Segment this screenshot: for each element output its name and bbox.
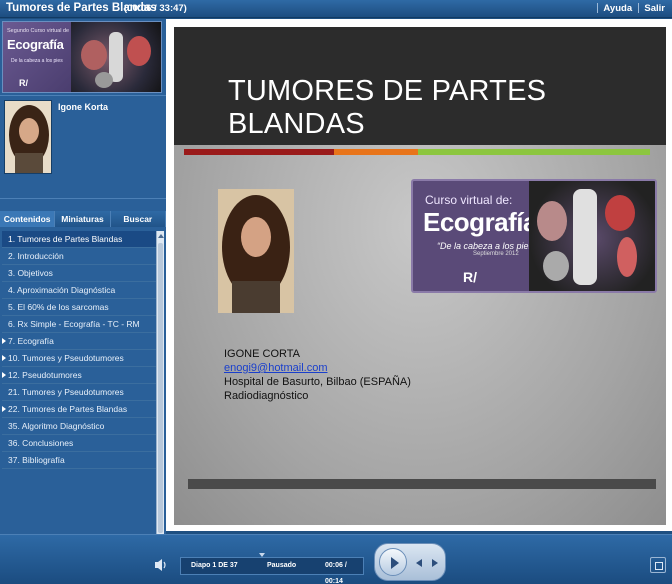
toc-item[interactable]: 5. El 60% de los sarcomas xyxy=(2,299,156,316)
banner-subtitle: Curso virtual de: xyxy=(425,193,513,207)
tab-contents[interactable]: Contenidos xyxy=(0,211,56,227)
toc-item[interactable]: 21. Tumores y Pseudotumores xyxy=(2,384,156,401)
logo-tagline: De la cabeza a los pies xyxy=(11,58,63,64)
expand-caret-icon[interactable] xyxy=(2,372,6,378)
toc-item[interactable]: 6. Rx Simple - Ecografía - TC - RM xyxy=(2,316,156,333)
author-department: Radiodiagnóstico xyxy=(224,390,309,402)
playback-time: 00:06 / 00:14 xyxy=(325,562,347,584)
author-info: IGONE CORTA enogi9@hotmail.com Hospital … xyxy=(224,347,411,403)
banner-title: Ecografía xyxy=(423,207,538,237)
slide-header: TUMORES DE PARTES BLANDAS xyxy=(174,27,666,145)
slide-viewer: TUMORES DE PARTES BLANDAS Curso virtual … xyxy=(166,19,672,531)
toc-item-label: 21. Tumores y Pseudotumores xyxy=(8,387,124,397)
toc-item-label: 3. Objetivos xyxy=(8,268,53,278)
author-name: IGONE CORTA xyxy=(224,348,300,360)
toc-item-label: 12. Pseudotumores xyxy=(8,370,82,380)
course-logo: Segundo Curso virtual de Ecografía De la… xyxy=(2,21,162,93)
playback-controls xyxy=(374,543,446,581)
tab-search[interactable]: Buscar xyxy=(111,211,166,227)
elapsed-time: (00:06 / 33:47) xyxy=(124,3,187,14)
player-window: Tumores de Partes Blandas (00:06 / 33:47… xyxy=(0,0,672,584)
toc-item[interactable]: 3. Objetivos xyxy=(2,265,156,282)
toc-item[interactable]: 2. Introducción xyxy=(2,248,156,265)
expand-caret-icon[interactable] xyxy=(2,338,6,344)
toc-item[interactable]: 35. Algoritmo Diagnóstico xyxy=(2,418,156,435)
toc-item-label: 35. Algoritmo Diagnóstico xyxy=(8,421,105,431)
slide-counter: Diapo 1 DE 37 xyxy=(191,562,238,569)
author-email-link[interactable]: enogi9@hotmail.com xyxy=(224,361,411,375)
stripe-red xyxy=(184,149,334,155)
toc-item[interactable]: 12. Pseudotumores xyxy=(2,367,156,384)
slide-footer-bar xyxy=(188,479,656,489)
toc-item[interactable]: 36. Conclusiones xyxy=(2,435,156,452)
author-hospital: Hospital de Basurto, Bilbao (ESPAÑA) xyxy=(224,376,411,388)
presenter-name: Igone Korta xyxy=(58,102,109,112)
slide-title: TUMORES DE PARTES BLANDAS xyxy=(228,75,547,140)
scroll-up-icon[interactable] xyxy=(158,234,164,238)
nav-divider xyxy=(596,3,598,14)
logo-anatomy-image xyxy=(71,22,161,92)
stripe-orange xyxy=(334,149,418,155)
tab-thumbnails[interactable]: Miniaturas xyxy=(55,211,111,227)
next-slide-button[interactable] xyxy=(427,556,441,570)
toc-item[interactable]: 1. Tumores de Partes Blandas xyxy=(2,231,156,248)
course-logo-text-panel: Segundo Curso virtual de Ecografía De la… xyxy=(3,22,71,92)
stripe-green xyxy=(418,149,650,155)
exit-link[interactable]: Salir xyxy=(641,3,668,14)
playback-bar: Diapo 1 DE 37 Pausado 00:06 / 00:14 xyxy=(0,534,672,584)
previous-slide-button[interactable] xyxy=(413,556,427,570)
presenter-photo xyxy=(4,100,52,174)
toc-item-label: 4. Aproximación Diagnóstica xyxy=(8,285,116,295)
toc-scrollbar[interactable] xyxy=(156,231,164,551)
playback-status: Diapo 1 DE 37 Pausado 00:06 / 00:14 xyxy=(180,553,364,584)
toc-item-label: 2. Introducción xyxy=(8,251,64,261)
volume-icon[interactable] xyxy=(154,557,168,573)
expand-caret-icon[interactable] xyxy=(2,355,6,361)
logo-title: Ecografía xyxy=(7,37,64,52)
course-banner: Curso virtual de: Ecografía “De la cabez… xyxy=(411,179,657,293)
play-button[interactable] xyxy=(379,548,407,576)
help-link[interactable]: Ayuda xyxy=(600,3,635,14)
banner-tagline: “De la cabeza a los pies” xyxy=(437,241,537,251)
toc-item-label: 7. Ecografía xyxy=(8,336,54,346)
toc-item-label: 5. El 60% de los sarcomas xyxy=(8,302,109,312)
top-nav: Ayuda Salir xyxy=(596,3,668,14)
author-photo xyxy=(218,189,294,313)
toc-item-label: 6. Rx Simple - Ecografía - TC - RM xyxy=(8,319,140,329)
progress-marker[interactable] xyxy=(259,553,265,557)
nav-divider xyxy=(637,3,639,14)
presenter-panel: Igone Korta xyxy=(0,95,166,199)
toc-item[interactable]: 10. Tumores y Pseudotumores xyxy=(2,350,156,367)
sidebar: Segundo Curso virtual de Ecografía De la… xyxy=(0,19,166,551)
fullscreen-icon[interactable] xyxy=(650,557,666,573)
playback-state: Pausado xyxy=(267,562,297,569)
toc-item[interactable]: 4. Aproximación Diagnóstica xyxy=(2,282,156,299)
logo-subtitle: Segundo Curso virtual de xyxy=(7,28,70,34)
table-of-contents: 1. Tumores de Partes Blandas 2. Introducc… xyxy=(2,231,156,551)
toc-item-label: 37. Bibliografía xyxy=(8,455,65,465)
title-bar: Tumores de Partes Blandas (00:06 / 33:47… xyxy=(0,0,672,18)
scroll-thumb[interactable] xyxy=(158,243,163,533)
banner-brand: R/ xyxy=(463,269,477,285)
toc-item-label: 10. Tumores y Pseudotumores xyxy=(8,353,124,363)
expand-caret-icon[interactable] xyxy=(2,406,6,412)
toc-item[interactable]: 37. Bibliografía xyxy=(2,452,156,469)
sidebar-tabs: Contenidos Miniaturas Buscar xyxy=(0,211,166,227)
toc-item-label: 36. Conclusiones xyxy=(8,438,74,448)
banner-anatomy-image xyxy=(529,181,655,291)
toc-item-label: 22. Tumores de Partes Blandas xyxy=(8,404,128,414)
toc-item[interactable]: 7. Ecografía xyxy=(2,333,156,350)
logo-brand: R/ xyxy=(19,78,28,88)
toc-item[interactable]: 22. Tumores de Partes Blandas xyxy=(2,401,156,418)
slide: TUMORES DE PARTES BLANDAS Curso virtual … xyxy=(174,27,666,525)
banner-date: Septiembre 2012 xyxy=(473,251,519,257)
toc-item-label: 1. Tumores de Partes Blandas xyxy=(8,234,123,244)
